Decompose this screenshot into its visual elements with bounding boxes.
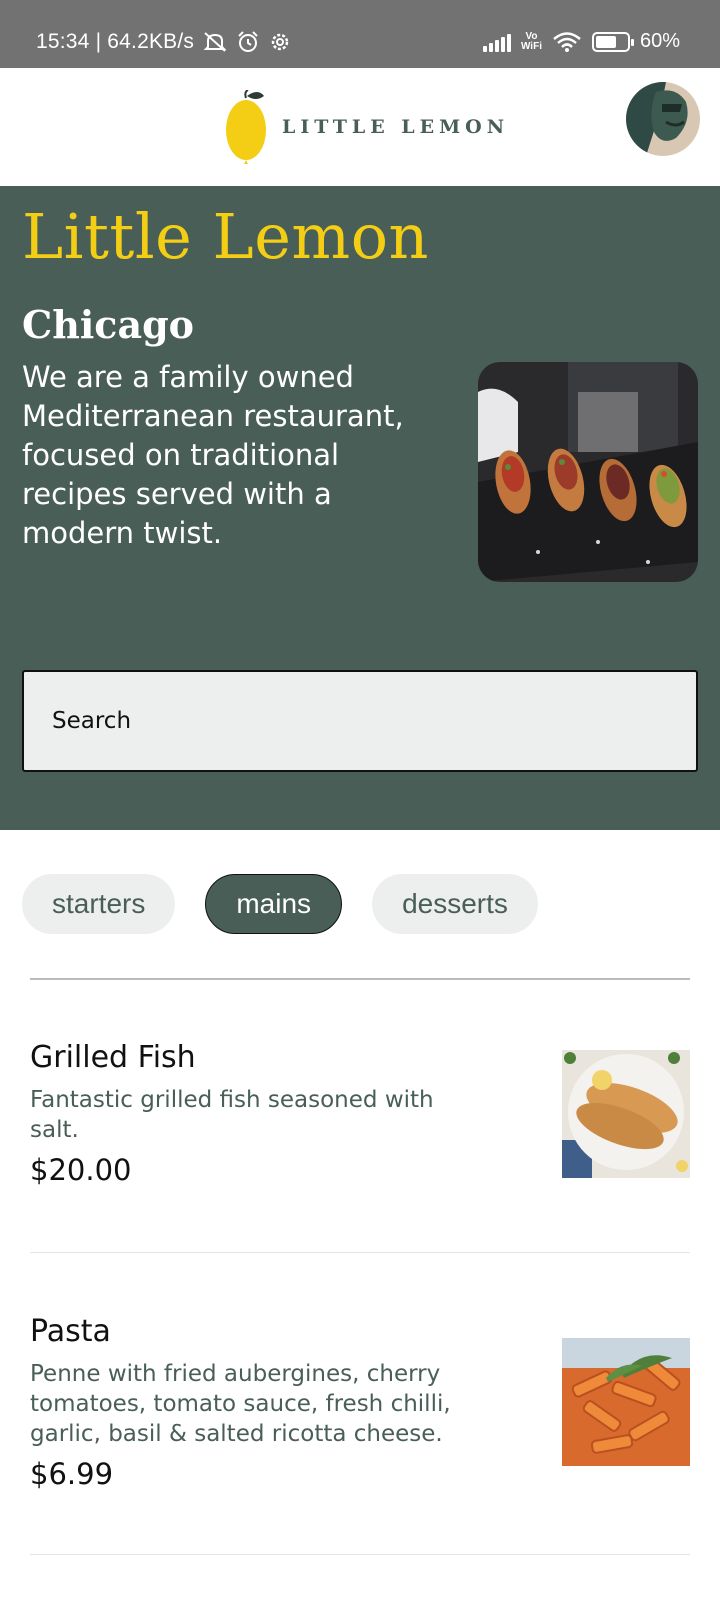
app-header: LITTLE LEMON	[0, 68, 720, 186]
menu-item-description: Penne with fried aubergines, cherry toma…	[30, 1361, 451, 1447]
vowifi-icon: Vo WiFi	[520, 30, 542, 52]
alarm-icon	[236, 30, 260, 54]
status-time-speed: 15:34 | 64.2KB/s	[36, 30, 195, 53]
settings-icon	[268, 30, 292, 54]
battery-percent: 60%	[639, 30, 680, 52]
battery-icon	[591, 31, 634, 52]
status-left: 15:34 | 64.2KB/s	[36, 30, 292, 54]
menu-item-description: Fantastic grilled fish seasoned with sal…	[30, 1087, 434, 1143]
vowifi-bottom: WiFi	[520, 40, 542, 52]
menu-item-image-grilled-fish	[562, 1050, 690, 1178]
signal-icon	[482, 32, 511, 52]
category-chip-starters[interactable]: starters	[22, 874, 176, 934]
menu-item-divider	[30, 1252, 690, 1253]
logo: LITTLE LEMON	[224, 90, 509, 164]
menu-item-image-pasta	[562, 1338, 690, 1466]
hero-section: Little Lemon Chicago We are a family own…	[0, 186, 720, 830]
profile-avatar[interactable]	[626, 82, 700, 156]
hero-title: Little Lemon	[22, 200, 429, 273]
hero-image	[478, 362, 698, 582]
status-bar: 15:34 | 64.2KB/s Vo WiFi 60%	[0, 0, 720, 68]
search-input[interactable]: Search	[22, 670, 698, 772]
category-chip-desserts[interactable]: desserts	[372, 874, 538, 934]
wifi-icon	[552, 31, 582, 53]
vowifi-top: Vo	[525, 30, 538, 42]
hero-city: Chicago	[22, 302, 194, 347]
hero-description: We are a family owned Mediterranean rest…	[22, 360, 404, 550]
menu-item-divider	[30, 1554, 690, 1555]
menu-item[interactable]: Grilled Fish Fantastic grilled fish seas…	[30, 1040, 690, 1200]
lemon-icon	[226, 90, 266, 164]
mute-icon	[202, 31, 228, 53]
logo-text: LITTLE LEMON	[282, 116, 510, 138]
search-placeholder: Search	[52, 708, 132, 734]
category-divider	[30, 978, 690, 980]
category-chip-mains[interactable]: mains	[205, 874, 343, 934]
category-filters: starters mains desserts	[22, 874, 538, 934]
status-right: Vo WiFi 60%	[482, 30, 680, 53]
menu-item[interactable]: Pasta Penne with fried aubergines, cherr…	[30, 1314, 690, 1504]
